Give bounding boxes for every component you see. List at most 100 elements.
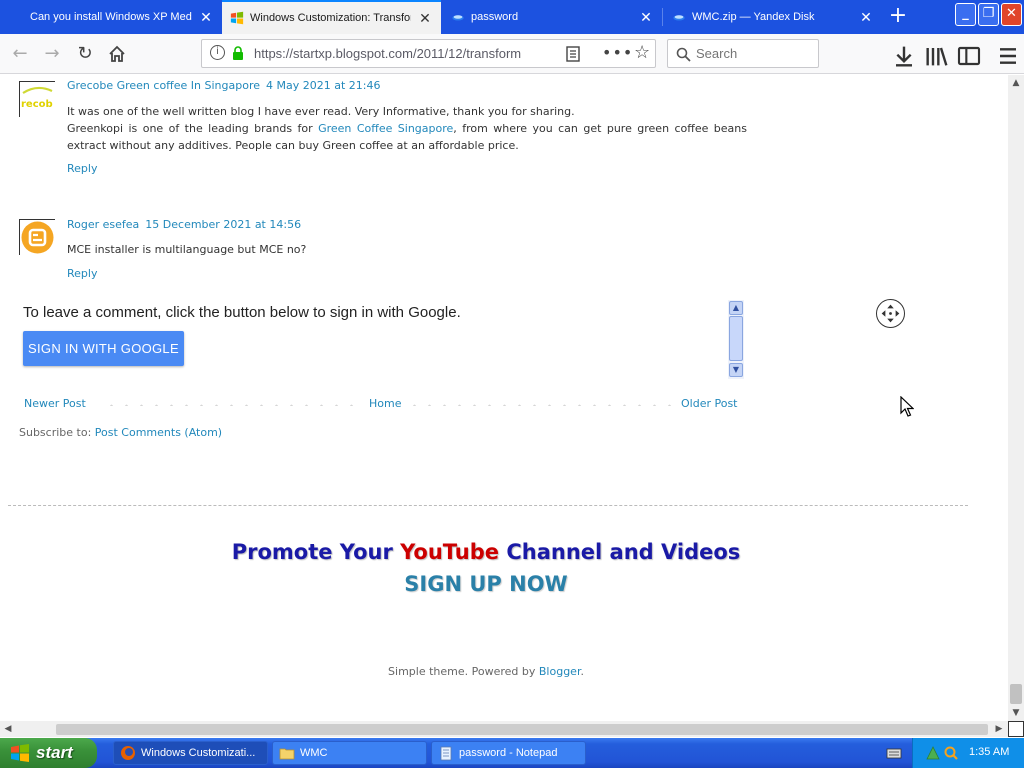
close-window-button[interactable]: ✕ — [1001, 3, 1022, 26]
avatar — [19, 219, 55, 255]
sign-in-with-google-button[interactable]: SIGN IN WITH GOOGLE — [23, 331, 184, 366]
windows-flag-icon — [230, 11, 244, 25]
promo-text[interactable]: Promote Your — [232, 540, 400, 564]
tab-title: password — [471, 11, 519, 23]
start-button[interactable]: start — [0, 738, 97, 768]
scroll-right-icon[interactable]: ▶ — [991, 721, 1007, 737]
tab-install-xp-media[interactable]: Can you install Windows XP Media C ✕ — [0, 0, 222, 34]
comment-date[interactable]: 4 May 2021 at 21:46 — [266, 79, 380, 92]
scroll-thumb[interactable] — [1010, 684, 1022, 704]
scroll-up-icon[interactable]: ▲ — [1008, 75, 1024, 91]
tab-wmc-yandex[interactable]: WMC.zip — Yandex Disk ✕ — [664, 0, 882, 34]
subscribe-line: Subscribe to: Post Comments (Atom) — [19, 426, 222, 439]
scroll-down-icon[interactable]: ▼ — [729, 363, 743, 377]
page-actions-icon[interactable]: ••• — [602, 43, 633, 62]
back-icon[interactable]: ← — [8, 42, 32, 66]
promo-youtube-text[interactable]: YouTube — [400, 540, 499, 564]
promo-banner[interactable]: Promote Your YouTube Channel and Videos … — [0, 540, 972, 596]
url-bar[interactable]: i https://startxp.blogspot.com/2011/12/t… — [201, 39, 656, 68]
firefox-icon — [121, 746, 135, 760]
tab-title: Windows Customization: Transform — [250, 12, 411, 24]
new-tab-button[interactable]: + — [886, 5, 910, 29]
system-tray: 1:35 AM — [912, 738, 1024, 768]
comment-body: MCE installer is multilanguage but MCE n… — [67, 243, 307, 256]
close-tab-icon[interactable]: ✕ — [638, 9, 654, 26]
search-input[interactable] — [696, 46, 806, 61]
search-bar[interactable] — [667, 39, 819, 68]
tab-windows-customization[interactable]: Windows Customization: Transform ✕ — [222, 0, 441, 34]
scroll-down-icon[interactable]: ▼ — [1008, 705, 1024, 721]
post-comments-atom-link[interactable]: Post Comments (Atom) — [95, 426, 222, 439]
grecobe-logo-icon: recob — [21, 86, 53, 110]
horizontal-scrollbar[interactable]: ◀ ▶ — [0, 721, 1008, 737]
menu-icon[interactable] — [996, 44, 1020, 68]
vertical-scrollbar[interactable]: ▲ ▼ — [1008, 75, 1024, 721]
taskbar-item-label: password - Notepad — [459, 747, 558, 759]
comment-author[interactable]: Roger esefea 15 December 2021 at 14:56 — [67, 218, 301, 231]
autoscroll-icon — [876, 299, 905, 328]
sign-up-now-link[interactable]: SIGN UP NOW — [0, 572, 972, 596]
yandex-disk-icon — [452, 15, 464, 21]
blog-pager: Newer Post Home Older Post — [24, 397, 742, 413]
keyboard-icon[interactable] — [886, 746, 902, 760]
avatar: recob — [19, 81, 55, 117]
comment-signin-frame: To leave a comment, click the button bel… — [18, 299, 746, 379]
comment-body: It was one of the well written blog I ha… — [67, 103, 747, 154]
green-coffee-link[interactable]: Green Coffee Singapore — [318, 122, 453, 135]
taskbar-item-wmc-folder[interactable]: WMC — [272, 741, 427, 765]
scroll-left-icon[interactable]: ◀ — [0, 721, 16, 737]
close-tab-icon[interactable]: ✕ — [417, 10, 433, 27]
reply-link[interactable]: Reply — [67, 162, 97, 175]
yandex-disk-icon — [673, 15, 685, 21]
maximize-button[interactable]: ❐ — [978, 3, 999, 26]
scroll-thumb[interactable] — [729, 316, 743, 361]
minimize-button[interactable]: _ — [955, 3, 976, 26]
close-tab-icon[interactable]: ✕ — [858, 9, 874, 26]
taskbar-item-firefox[interactable]: Windows Customizati... — [113, 741, 268, 765]
info-icon[interactable]: i — [210, 45, 225, 60]
clock[interactable]: 1:35 AM — [969, 746, 1009, 758]
reload-icon[interactable]: ↻ — [73, 42, 97, 66]
network-icon[interactable] — [925, 745, 941, 761]
tab-password[interactable]: password ✕ — [443, 0, 662, 34]
svg-text:recob: recob — [21, 99, 53, 110]
reader-view-icon[interactable] — [566, 46, 580, 62]
comment: recob Grecobe Green coffee In Singapore 4… — [0, 75, 760, 185]
scrollbar-corner — [1008, 721, 1024, 737]
forward-icon[interactable]: → — [40, 42, 64, 66]
signin-frame-scrollbar[interactable]: ▲ ▼ — [728, 300, 744, 379]
tab-separator — [662, 8, 663, 26]
notepad-icon — [440, 746, 452, 761]
pager-dots — [104, 404, 364, 406]
library-icon[interactable] — [925, 44, 949, 68]
attribution-footer: Simple theme. Powered by Blogger. — [0, 665, 972, 678]
mouse-pointer-icon — [900, 396, 914, 417]
sidebar-icon[interactable] — [957, 44, 981, 68]
author-name[interactable]: Roger esefea — [67, 218, 139, 231]
home-icon[interactable] — [105, 42, 129, 66]
reply-link[interactable]: Reply — [67, 267, 97, 280]
download-icon[interactable] — [892, 44, 916, 68]
taskbar-item-notepad[interactable]: password - Notepad — [431, 741, 586, 765]
taskbar-item-label: WMC — [300, 747, 328, 759]
older-post-link[interactable]: Older Post — [681, 397, 738, 410]
signin-prompt: To leave a comment, click the button bel… — [23, 304, 461, 321]
url-text: https://startxp.blogspot.com/2011/12/tra… — [254, 46, 522, 61]
close-tab-icon[interactable]: ✕ — [198, 9, 214, 26]
author-name[interactable]: Grecobe Green coffee In Singapore — [67, 79, 260, 92]
scroll-up-icon[interactable]: ▲ — [729, 301, 743, 315]
promo-headline[interactable]: Promote Your YouTube Channel and Videos — [0, 540, 972, 564]
scroll-thumb[interactable] — [56, 724, 988, 735]
comment-date[interactable]: 15 December 2021 at 14:56 — [145, 218, 301, 231]
promo-text[interactable]: Channel and Videos — [499, 540, 740, 564]
search-tray-icon[interactable] — [943, 745, 959, 761]
lock-icon — [233, 46, 243, 60]
comment-author[interactable]: Grecobe Green coffee In Singapore 4 May 2… — [67, 79, 380, 92]
comment: Roger esefea 15 December 2021 at 14:56 MC… — [0, 215, 760, 285]
home-link[interactable]: Home — [369, 397, 401, 410]
blogger-link[interactable]: Blogger — [539, 665, 581, 678]
tab-title: WMC.zip — Yandex Disk — [692, 11, 815, 23]
newer-post-link[interactable]: Newer Post — [24, 397, 86, 410]
navigation-bar: ← → ↻ i https://startxp.blogspot.com/201… — [0, 34, 1024, 74]
bookmark-star-icon[interactable]: ☆ — [634, 42, 650, 63]
